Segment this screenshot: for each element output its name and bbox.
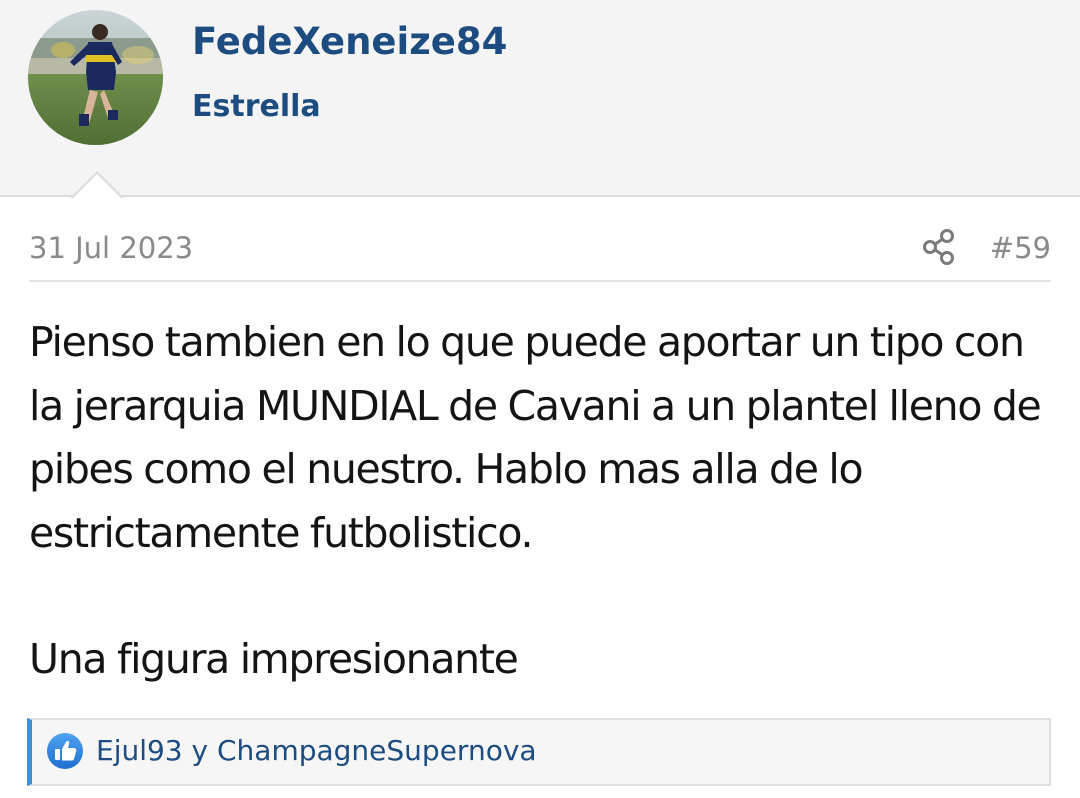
like-icon [46,732,84,770]
user-title: Estrella [192,89,321,124]
player-photo-avatar-icon [28,10,163,145]
reactions-bar[interactable]: Ejul93 y ChampagneSupernova [27,718,1051,786]
header-pointer-fill [72,174,122,199]
post-paragraph: Pienso tambien en lo que puede aportar u… [29,318,1042,557]
user-header: FedeXeneize84 Estrella [0,0,1080,197]
reaction-user-link[interactable]: ChampagneSupernova [217,734,537,767]
reaction-users: Ejul93 y ChampagneSupernova [96,730,537,772]
share-icon[interactable] [921,228,957,266]
post-meta: 31 Jul 2023 #59 [29,226,1051,282]
post-date[interactable]: 31 Jul 2023 [29,226,193,270]
user-avatar[interactable] [28,10,163,145]
post-body: Pienso tambien en lo que puede aportar u… [29,311,1059,692]
username-link[interactable]: FedeXeneize84 [192,16,507,68]
forum-post: FedeXeneize84 Estrella 31 Jul 2023 #59 P… [0,0,1080,798]
reaction-user-link[interactable]: Ejul93 [96,734,183,767]
post-paragraph: Una figura impresionante [29,635,519,683]
post-number-link[interactable]: #59 [990,226,1051,270]
reaction-joiner: y [182,734,217,767]
